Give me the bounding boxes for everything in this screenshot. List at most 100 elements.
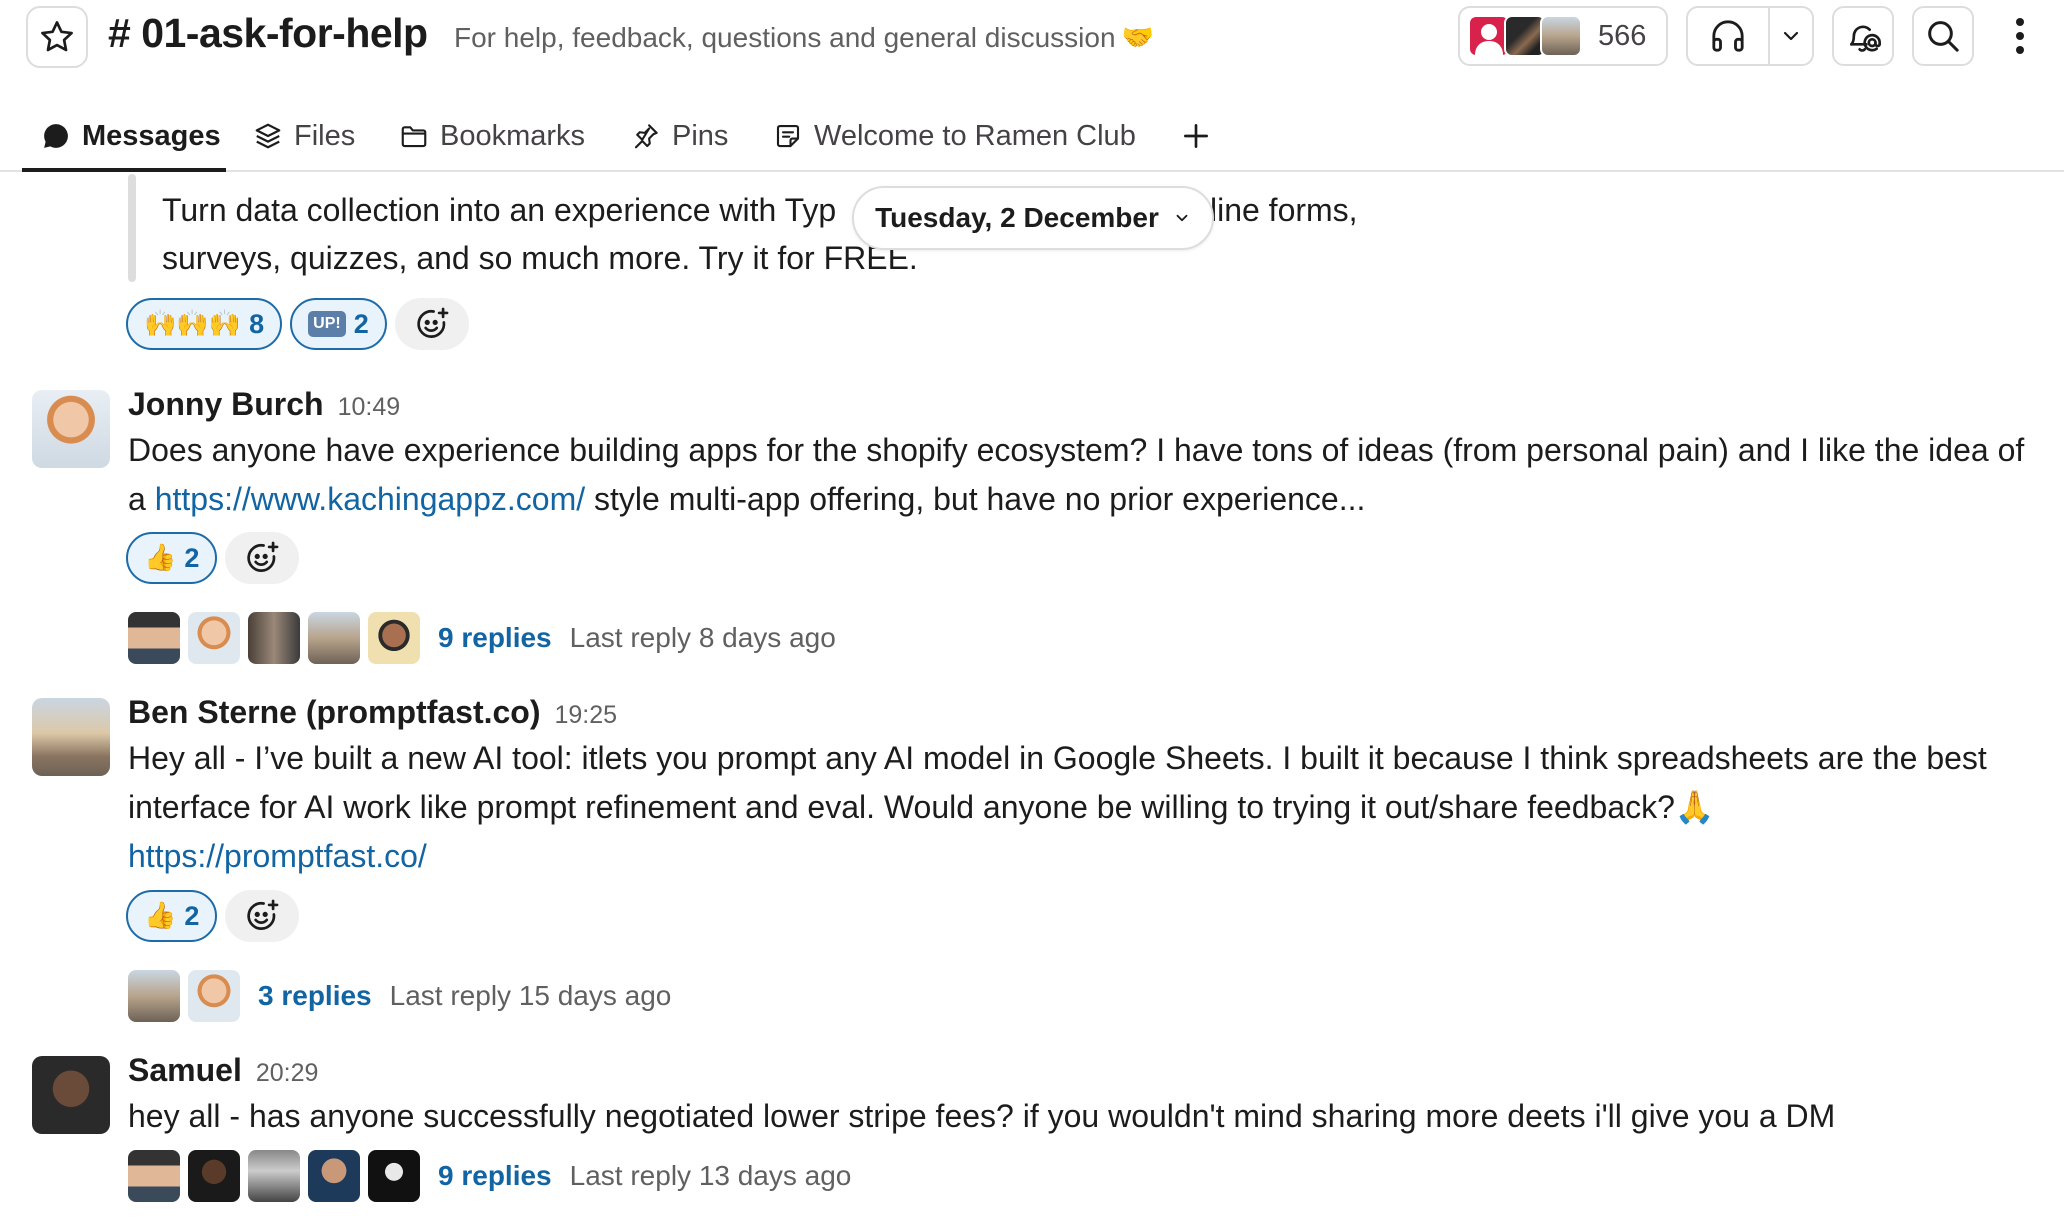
reaction-bar: 🙌🙌🙌 8 UP! 2 bbox=[126, 298, 469, 350]
avatar bbox=[248, 1150, 300, 1202]
thread-replies-link[interactable]: 9 replies bbox=[438, 622, 552, 654]
thread-last-reply: Last reply 15 days ago bbox=[389, 980, 672, 1011]
reaction-count: 2 bbox=[353, 308, 369, 339]
message-link[interactable]: https://www.kachingappz.com/ bbox=[155, 481, 585, 517]
tab-welcome-canvas[interactable]: Welcome to Ramen Club bbox=[772, 110, 1136, 162]
active-tab-indicator bbox=[22, 168, 226, 172]
reaction-bar: 👍 2 bbox=[126, 890, 300, 942]
tab-pins[interactable]: Pins bbox=[630, 110, 728, 162]
members-button[interactable]: 566 bbox=[1458, 6, 1668, 66]
folder-icon bbox=[398, 120, 430, 152]
avatar bbox=[188, 1150, 240, 1202]
chat-bubble-icon bbox=[40, 120, 72, 152]
tab-bookmarks[interactable]: Bookmarks bbox=[398, 110, 585, 162]
add-reaction-button[interactable] bbox=[225, 532, 300, 584]
unfurl-quote-bar bbox=[128, 174, 136, 282]
add-emoji-icon bbox=[247, 541, 279, 572]
message-body: Does anyone have experience building app… bbox=[128, 426, 2028, 524]
message-timestamp[interactable]: 10:49 bbox=[338, 393, 401, 421]
channel-header: # 01-ask-for-help For help, feedback, qu… bbox=[0, 0, 2064, 80]
avatar bbox=[1540, 15, 1582, 57]
pin-icon bbox=[630, 120, 662, 152]
notifications-button[interactable] bbox=[1832, 6, 1894, 66]
thread-summary[interactable]: 9 replies Last reply 8 days ago bbox=[128, 612, 836, 664]
avatar[interactable] bbox=[32, 698, 110, 776]
thread-last-reply: Last reply 8 days ago bbox=[569, 622, 836, 653]
message-author[interactable]: Samuel 20:29 bbox=[128, 1052, 318, 1089]
message-link[interactable]: https://promptfast.co/ bbox=[128, 838, 427, 874]
author-name: Jonny Burch bbox=[128, 386, 324, 422]
chevron-down-icon bbox=[1176, 214, 1188, 222]
reaction-count: 2 bbox=[184, 542, 200, 573]
add-reaction-button[interactable] bbox=[394, 298, 469, 350]
message-body: hey all - has anyone successfully negoti… bbox=[128, 1092, 2028, 1141]
message-author[interactable]: Ben Sterne (promptfast.co) 19:25 bbox=[128, 694, 617, 731]
raised-hands-emoji: 🙌🙌🙌 bbox=[144, 309, 242, 339]
unfurl-text-start: Turn data collection into an experience … bbox=[162, 192, 837, 228]
author-name: Samuel bbox=[128, 1052, 242, 1088]
author-name: Ben Sterne (promptfast.co) bbox=[128, 694, 541, 730]
avatar[interactable] bbox=[32, 1056, 110, 1134]
thumbs-up-emoji: 👍 bbox=[144, 543, 177, 573]
date-divider-button[interactable]: Tuesday, 2 December bbox=[852, 186, 1214, 250]
huddle-options-button[interactable] bbox=[1770, 8, 1812, 64]
star-icon bbox=[41, 21, 73, 52]
kebab-menu-icon bbox=[2016, 18, 2024, 54]
tab-label: Messages bbox=[82, 119, 221, 152]
channel-name[interactable]: # 01-ask-for-help bbox=[108, 10, 428, 57]
avatar bbox=[188, 612, 240, 664]
message-list: Turn data collection into an experience … bbox=[0, 174, 2064, 1232]
reaction-count: 8 bbox=[249, 308, 265, 339]
message-body: Hey all - I’ve built a new AI tool: itle… bbox=[128, 734, 2028, 881]
tab-messages[interactable]: Messages bbox=[40, 110, 221, 162]
avatar bbox=[188, 970, 240, 1022]
message-author[interactable]: Jonny Burch 10:49 bbox=[128, 386, 400, 423]
tab-label: Pins bbox=[672, 119, 729, 152]
avatar bbox=[368, 1150, 420, 1202]
avatar bbox=[248, 612, 300, 664]
tab-label: Welcome to Ramen Club bbox=[814, 119, 1136, 152]
tab-label: Bookmarks bbox=[440, 119, 586, 152]
reaction-bar: 👍 2 bbox=[126, 532, 300, 584]
message-timestamp[interactable]: 19:25 bbox=[554, 701, 617, 729]
avatar bbox=[128, 970, 180, 1022]
search-icon bbox=[1928, 21, 1959, 52]
layers-icon bbox=[252, 120, 284, 152]
up-emoji: UP! bbox=[308, 311, 346, 337]
thread-last-reply: Last reply 13 days ago bbox=[569, 1160, 852, 1191]
reaction-thumbs-up[interactable]: 👍 2 bbox=[126, 890, 218, 942]
avatar[interactable] bbox=[32, 390, 110, 468]
search-button[interactable] bbox=[1912, 6, 1974, 66]
bell-mention-icon bbox=[1850, 25, 1881, 52]
reaction-count: 2 bbox=[184, 900, 200, 931]
avatar bbox=[128, 612, 180, 664]
headphones-icon bbox=[1712, 20, 1744, 52]
canvas-icon bbox=[772, 120, 804, 152]
reaction-thumbs-up[interactable]: 👍 2 bbox=[126, 532, 218, 584]
thumbs-up-emoji: 👍 bbox=[144, 901, 177, 931]
thread-replies-link[interactable]: 9 replies bbox=[438, 1160, 552, 1192]
huddle-button[interactable] bbox=[1688, 8, 1770, 64]
add-tab-button[interactable] bbox=[1180, 110, 1212, 162]
avatar bbox=[128, 1150, 180, 1202]
message-text: hey all - has anyone successfully negoti… bbox=[128, 1098, 1836, 1134]
reaction-up[interactable]: UP! 2 bbox=[290, 298, 387, 350]
add-reaction-button[interactable] bbox=[225, 890, 300, 942]
handshake-emoji: 🤝 bbox=[1121, 23, 1154, 53]
message-timestamp[interactable]: 20:29 bbox=[256, 1059, 319, 1087]
plus-icon bbox=[1184, 124, 1208, 148]
reaction-raised-hands[interactable]: 🙌🙌🙌 8 bbox=[126, 298, 283, 350]
member-count: 566 bbox=[1598, 19, 1647, 52]
thread-summary[interactable]: 9 replies Last reply 13 days ago bbox=[128, 1150, 851, 1202]
date-divider-label: Tuesday, 2 December bbox=[875, 202, 1159, 233]
channel-topic[interactable]: For help, feedback, questions and genera… bbox=[454, 22, 1154, 54]
thread-summary[interactable]: 3 replies Last reply 15 days ago bbox=[128, 970, 671, 1022]
thread-replies-link[interactable]: 3 replies bbox=[258, 980, 372, 1012]
channel-topic-text: For help, feedback, questions and genera… bbox=[454, 22, 1116, 53]
star-channel-button[interactable] bbox=[26, 6, 88, 68]
unfurl-text-tail: nline forms, bbox=[1192, 192, 1358, 228]
tab-label: Files bbox=[294, 119, 356, 152]
more-options-button[interactable] bbox=[1996, 8, 2044, 64]
tab-files[interactable]: Files bbox=[252, 110, 355, 162]
unfurl-text-line2: surveys, quizzes, and so much more. Try … bbox=[162, 240, 918, 276]
